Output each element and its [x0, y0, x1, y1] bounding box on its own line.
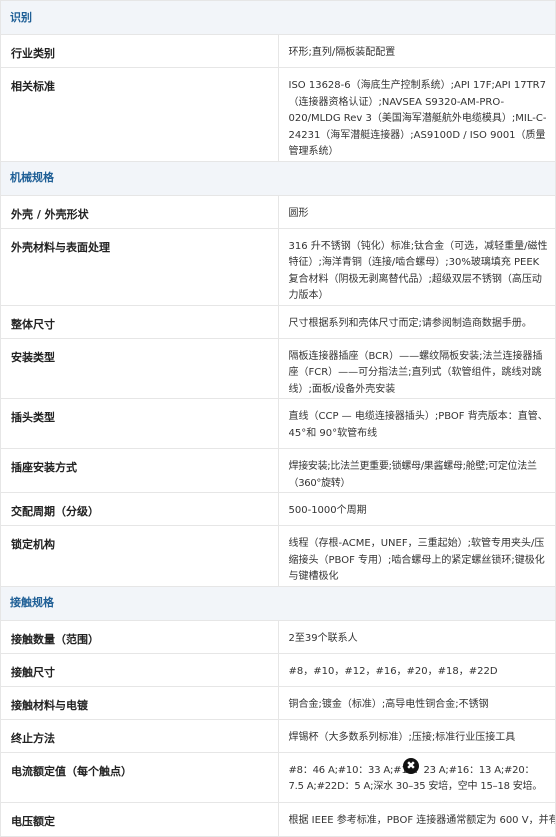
table-row: 接触尺寸 #8，#10，#12，#16，#20，#18，#22D: [0, 652, 556, 687]
table-row: 锁定机构 线程（存根-ACME，UNEF，三重起始）;软管专用夹头/压缩接头（P…: [0, 525, 556, 587]
row-value: 铜合金;镀金（标准）;高导电性铜合金;不锈钢: [277, 685, 556, 720]
section-title: 接触规格: [0, 585, 556, 621]
table-row: 电流额定值（每个触点） #8：46 A;#10：33 A;#12：23 A;#1…: [0, 751, 556, 803]
table-row: 插头类型 直线（CCP — 电缆连接器插头）;PBOF 背壳版本：直管、45°和…: [0, 398, 556, 449]
row-label: 接触材料与电镀: [0, 685, 279, 720]
spec-table: 识别 行业类别 环形;直列/隔板装配配置 相关标准 ISO 13628-6（海底…: [0, 0, 556, 837]
row-label: 电流额定值（每个触点）: [0, 751, 279, 803]
table-row: 外壳 / 外壳形状 圆形: [0, 194, 556, 229]
row-value: 圆形: [277, 194, 556, 229]
table-row: 终止方法 焊锡杯（大多数系列标准）;压接;标准行业压接工具: [0, 718, 556, 753]
row-value: 500-1000个周期: [277, 492, 556, 526]
section-header-contact: 接触规格: [0, 585, 556, 621]
table-row: 行业类别 环形;直列/隔板装配配置: [0, 34, 556, 68]
row-value: 焊锡杯（大多数系列标准）;压接;标准行业压接工具: [277, 718, 556, 753]
row-label: 插头类型: [0, 398, 279, 449]
row-value: #8，#10，#12，#16，#20，#18，#22D: [277, 652, 556, 687]
row-value: ISO 13628-6（海底生产控制系统）;API 17F;API 17TR7（…: [277, 67, 556, 162]
table-row: 接触数量（范围） 2至39个联系人: [0, 619, 556, 654]
row-label: 接触尺寸: [0, 652, 279, 687]
row-label: 插座安装方式: [0, 448, 279, 493]
row-value: 根据 IEEE 参考标准，PBOF 连接器通常额定为 600 V，并有高压变体: [277, 801, 556, 837]
table-row: 电压额定 根据 IEEE 参考标准，PBOF 连接器通常额定为 600 V，并有…: [0, 801, 556, 837]
row-value: 2至39个联系人: [277, 619, 556, 654]
table-row: 交配周期（分级） 500-1000个周期: [0, 492, 556, 526]
row-value: 线程（存根-ACME，UNEF，三重起始）;软管专用夹头/压缩接头（PBOF 专…: [277, 525, 556, 587]
row-label: 锁定机构: [0, 525, 279, 587]
row-label: 交配周期（分级）: [0, 492, 279, 526]
row-label: 电压额定: [0, 801, 279, 837]
row-value: 焊接安装;比法兰更重要;锁螺母/果酱螺母;舱壁;可定位法兰（360°旋转）: [277, 448, 556, 493]
row-label: 接触数量（范围）: [0, 619, 279, 654]
row-value: 环形;直列/隔板装配配置: [277, 34, 556, 68]
row-label: 外壳材料与表面处理: [0, 227, 279, 306]
table-row: 外壳材料与表面处理 316 升不锈钢（钝化）标准;钛合金（可选，减轻重量/磁性特…: [0, 227, 556, 306]
table-row: 相关标准 ISO 13628-6（海底生产控制系统）;API 17F;API 1…: [0, 67, 556, 162]
table-row: 插座安装方式 焊接安装;比法兰更重要;锁螺母/果酱螺母;舱壁;可定位法兰（360…: [0, 448, 556, 493]
row-label: 终止方法: [0, 718, 279, 753]
section-header-identification: 识别: [0, 0, 556, 35]
table-row: 安装类型 隔板连接器插座（BCR）——螺纹隔板安装;法兰连接器插座（FCR）——…: [0, 337, 556, 399]
row-label: 整体尺寸: [0, 304, 279, 339]
section-header-mechanical: 机械规格: [0, 160, 556, 196]
row-value: 316 升不锈钢（钝化）标准;钛合金（可选，减轻重量/磁性特征）;海洋青铜（连接…: [277, 227, 556, 306]
section-title: 识别: [0, 0, 556, 35]
table-row: 整体尺寸 尺寸根据系列和壳体尺寸而定;请参阅制造商数据手册。: [0, 304, 556, 339]
row-value: 尺寸根据系列和壳体尺寸而定;请参阅制造商数据手册。: [277, 304, 556, 339]
row-label: 安装类型: [0, 337, 279, 399]
table-row: 接触材料与电镀 铜合金;镀金（标准）;高导电性铜合金;不锈钢: [0, 685, 556, 720]
row-label: 相关标准: [0, 67, 279, 162]
close-icon[interactable]: ✖: [403, 758, 419, 774]
row-label: 外壳 / 外壳形状: [0, 194, 279, 229]
row-value: 隔板连接器插座（BCR）——螺纹隔板安装;法兰连接器插座（FCR）——可分指法兰…: [277, 337, 556, 399]
section-title: 机械规格: [0, 160, 556, 196]
row-value: 直线（CCP — 电缆连接器插头）;PBOF 背壳版本：直管、45°和 90°软…: [277, 398, 556, 449]
row-label: 行业类别: [0, 34, 279, 68]
